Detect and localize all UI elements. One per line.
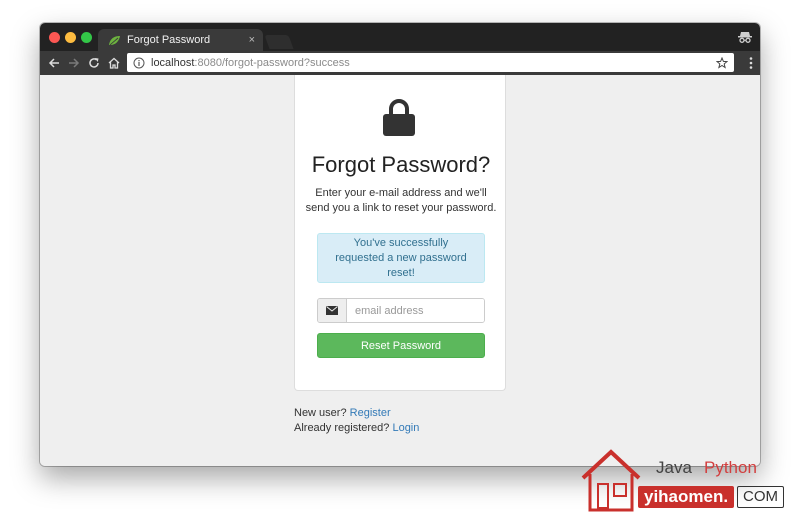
email-addon [318,299,347,322]
incognito-icon[interactable] [738,31,752,43]
title-bar: Forgot Password × [40,23,760,51]
watermark: Java Python yihaomen. COM [580,446,790,516]
page-title: Forgot Password? [311,152,491,177]
url-host: localhost [151,56,195,69]
registered-text: Already registered? [294,422,390,434]
star-icon[interactable] [716,56,728,69]
menu-icon[interactable] [749,57,753,69]
forward-button[interactable] [66,55,82,71]
tab-title: Forgot Password [127,34,211,46]
watermark-tld: COM [737,486,784,508]
back-button[interactable] [46,55,62,71]
forgot-password-card: Forgot Password? Enter your e-mail addre… [294,75,506,391]
auth-links: New user? Register Already registered? L… [294,406,419,436]
browser-window: Forgot Password × localhost:8080/forgot-… [40,23,760,466]
success-alert: You've successfully requested a new pass… [317,233,485,283]
watermark-domain: yihaomen. [638,486,735,508]
new-user-line: New user? Register [294,406,419,421]
window-close-button[interactable] [49,32,60,43]
home-button[interactable] [106,55,122,71]
page-subtitle: Enter your e-mail address and we'll send… [305,187,497,214]
address-bar[interactable]: localhost:8080/forgot-password?success [127,53,734,72]
browser-tab[interactable]: Forgot Password × [98,29,263,51]
registered-line: Already registered? Login [294,421,419,436]
register-link[interactable]: Register [350,407,391,419]
reset-password-button[interactable]: Reset Password [317,333,485,358]
info-icon[interactable] [133,57,145,69]
tab-close-icon[interactable]: × [249,34,255,46]
browser-toolbar: localhost:8080/forgot-password?success [40,51,760,75]
url-path: :8080/forgot-password?success [194,56,350,69]
window-maximize-button[interactable] [81,32,92,43]
envelope-icon [326,306,338,315]
back-icon [48,58,59,68]
home-icon [108,57,120,69]
new-tab-button[interactable] [264,35,294,49]
url-text[interactable]: localhost:8080/forgot-password?success [151,57,716,69]
window-minimize-button[interactable] [65,32,76,43]
leaf-icon [109,35,120,45]
email-input[interactable] [347,299,484,322]
reload-icon [89,58,99,68]
watermark-java: Java [656,458,692,477]
watermark-python: Python [704,458,757,477]
reload-button[interactable] [86,55,102,71]
page-viewport: Forgot Password? Enter your e-mail addre… [40,75,760,466]
house-logo-icon [581,449,641,512]
email-input-group [317,298,485,323]
lock-icon [383,99,415,136]
login-link[interactable]: Login [392,422,419,434]
forward-icon [69,58,80,68]
new-user-text: New user? [294,407,347,419]
